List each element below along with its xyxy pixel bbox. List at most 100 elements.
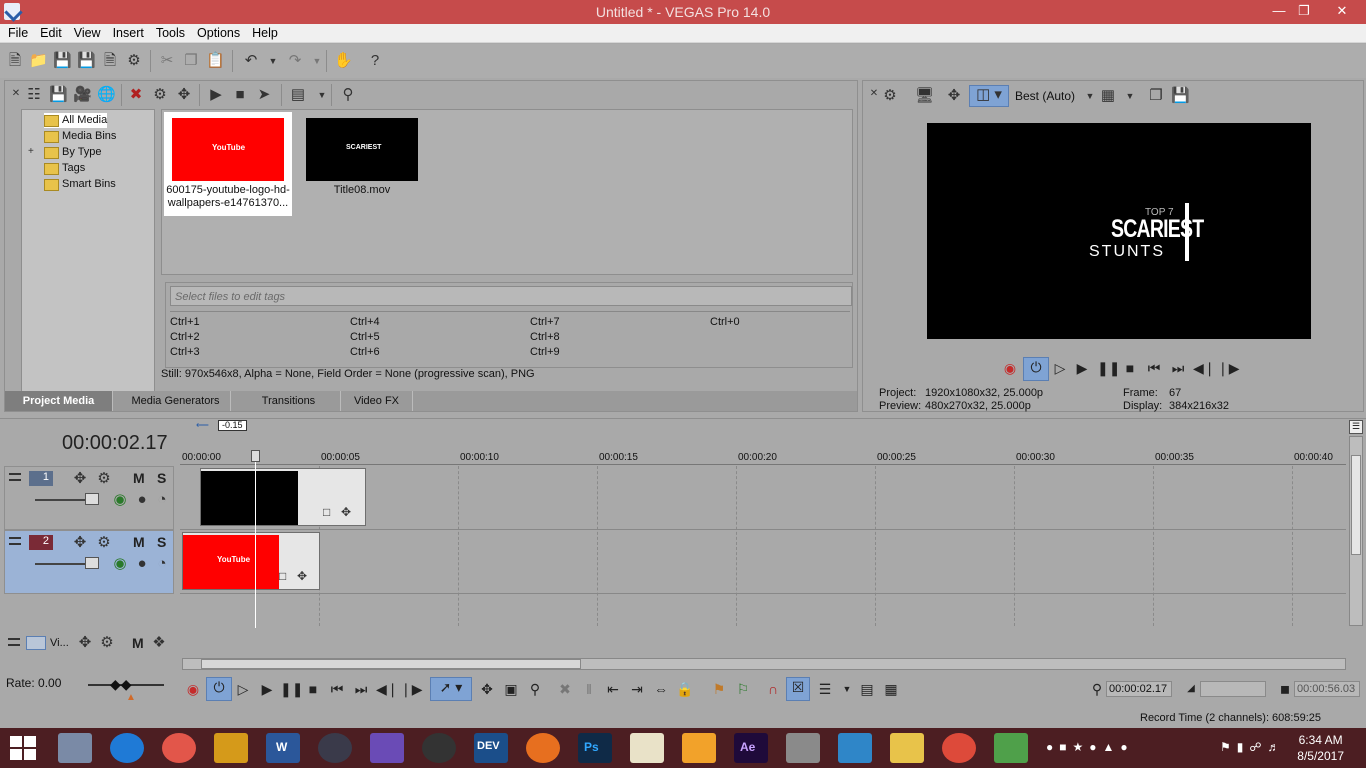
pause-icon[interactable]: ❚❚ (1097, 359, 1120, 377)
media-properties-gear-icon[interactable]: ⚙ (151, 86, 169, 104)
overlays-dropdown-icon[interactable]: ▼ (1121, 87, 1139, 105)
playhead-handle[interactable] (251, 450, 260, 462)
timeline-menu-icon[interactable]: ☰ (1349, 420, 1363, 434)
firefox-icon[interactable] (526, 733, 560, 763)
overlays-grid-icon[interactable]: ▦ (1099, 87, 1117, 105)
copy-icon[interactable]: ❐ (182, 52, 200, 70)
redo-dropdown-icon[interactable]: ▼ (308, 52, 326, 70)
taskbar-app-icon[interactable] (682, 733, 716, 763)
photoshop-icon[interactable]: Ps (578, 733, 612, 763)
taskbar-app-icon[interactable] (214, 733, 248, 763)
insert-region-icon[interactable]: ⚐ (734, 680, 752, 698)
rate-slider-handle-icon[interactable]: ◆◆ (110, 676, 132, 693)
lock-envelopes-icon[interactable]: ▤ (858, 680, 876, 698)
record-icon[interactable]: ◉ (1001, 359, 1019, 377)
timeline-track-area[interactable]: □ ✥ YouTube □ ✥ (180, 466, 1346, 626)
remove-media-icon[interactable]: ✖ (127, 86, 145, 104)
tab-project-media[interactable]: Project Media (5, 391, 113, 411)
properties-gear-icon[interactable]: ⚙ (125, 52, 143, 70)
menu-options[interactable]: Options (189, 24, 244, 40)
search-icon[interactable]: ⚲ (339, 86, 357, 104)
notepad-icon[interactable] (630, 733, 664, 763)
bus-minimize-icon[interactable] (8, 638, 20, 646)
track-fx-gear-icon[interactable]: ⚙ (95, 470, 113, 488)
play-from-start-icon[interactable]: ▷ (1051, 359, 1069, 377)
slider-handle[interactable] (85, 493, 99, 505)
tag-input[interactable]: Select files to edit tags (170, 286, 852, 306)
taskbar-app-icon[interactable] (58, 733, 92, 763)
timeline-vertical-scrollbar[interactable] (1349, 436, 1363, 626)
tag-shortcut[interactable]: Ctrl+1 (170, 316, 200, 328)
auto-ripple-icon[interactable]: ☰ (816, 680, 834, 698)
video-fx-icon[interactable]: ✥ (945, 87, 963, 105)
tab-media-generators[interactable]: Media Generators (121, 391, 231, 411)
go-to-end-icon[interactable]: ⏭ (352, 680, 370, 698)
timeline-clip-title08[interactable]: □ ✥ (200, 468, 366, 526)
tree-item-tags[interactable]: Tags (44, 161, 85, 176)
media-fx-icon[interactable]: ☷ (25, 86, 43, 104)
open-folder-icon[interactable]: 📁 (29, 52, 48, 70)
system-tray-icons[interactable]: ●■★●▲● (1046, 740, 1196, 756)
external-monitor-icon[interactable]: 🖥 (915, 87, 934, 105)
file-explorer-icon[interactable] (890, 733, 924, 763)
solo-button[interactable]: S (157, 534, 166, 550)
track-motion-icon[interactable]: ✥ (71, 534, 89, 552)
tag-shortcut[interactable]: Ctrl+2 (170, 331, 200, 343)
tag-shortcut[interactable]: Ctrl+8 (530, 331, 560, 343)
menu-insert[interactable]: Insert (105, 24, 148, 40)
stop-preview-icon[interactable]: ■ (231, 86, 249, 104)
make-compositing-child-icon[interactable]: ◔ (153, 491, 171, 509)
auto-preview-toggle-icon[interactable]: ➤ (255, 86, 273, 104)
taskbar-clock[interactable]: 6:34 AM 8/5/2017 (1297, 732, 1344, 764)
go-to-start-icon[interactable]: ⏮ (1145, 359, 1163, 377)
menu-file[interactable]: File (0, 24, 32, 40)
preview-properties-gear-icon[interactable]: ⚙ (881, 87, 899, 105)
maximize-button[interactable]: ❐ (1291, 3, 1317, 21)
play-from-start-icon[interactable]: ▷ (234, 680, 252, 698)
pan-crop-icon[interactable]: ✥ (341, 505, 351, 519)
media-item-youtube[interactable]: YouTube 600175-youtube-logo-hd-wallpaper… (164, 112, 292, 216)
quality-dropdown-icon[interactable]: ▼ (1081, 87, 1099, 105)
minimize-button[interactable]: — (1266, 3, 1292, 21)
next-frame-icon[interactable]: ❘▶ (400, 680, 423, 698)
slider-handle[interactable] (85, 557, 99, 569)
track-header-2[interactable]: 2 ✥ ⚙ M S ◉ ● ◔ (4, 530, 174, 594)
word-icon[interactable]: W (266, 733, 300, 763)
tree-item-media-bins[interactable]: Media Bins (44, 129, 116, 144)
tray-status-icons[interactable]: ⚑▮☍♬ (1220, 740, 1290, 756)
track-header-1[interactable]: 1 ✥ ⚙ M S ◉ ● ◔ (4, 466, 174, 530)
bus-fx-gear-icon[interactable]: ⚙ (98, 634, 116, 652)
mute-button[interactable]: M (133, 470, 145, 486)
visual-studio-icon[interactable] (370, 733, 404, 763)
menu-tools[interactable]: Tools (148, 24, 189, 40)
delete-icon[interactable]: ✖ (556, 680, 574, 698)
bus-mute-button[interactable]: M (132, 635, 144, 651)
undo-dropdown-icon[interactable]: ▼ (264, 52, 282, 70)
capture-video-icon[interactable]: 🎥 (73, 86, 92, 104)
new-file-icon[interactable]: 🗎 (6, 52, 24, 70)
get-media-web-icon[interactable]: 🌐 (97, 86, 116, 104)
next-frame-icon[interactable]: ❘▶ (1217, 359, 1240, 377)
auto-ripple-dropdown-icon[interactable]: ▼ (838, 680, 856, 698)
timeline-horizontal-scrollbar[interactable] (182, 658, 1346, 670)
envelope-edit-tool-icon[interactable]: ✥ (478, 680, 496, 698)
bus-link-icon[interactable]: ❖ (150, 634, 168, 652)
hscroll-thumb[interactable] (201, 659, 581, 669)
play-icon[interactable]: ▶ (1073, 359, 1091, 377)
paint-icon[interactable] (786, 733, 820, 763)
split-screen-view-icon[interactable]: ◫ ▾ (969, 85, 1009, 107)
tree-item-all-media[interactable]: All Media (44, 113, 108, 128)
windows-start-icon[interactable] (10, 736, 36, 760)
tag-shortcut[interactable]: Ctrl+7 (530, 316, 560, 328)
expand-plus-icon[interactable]: + (28, 146, 34, 157)
taskbar-app-icon[interactable] (162, 733, 196, 763)
pause-icon[interactable]: ❚❚ (280, 680, 303, 698)
timeline-clip-youtube[interactable]: YouTube □ ✥ (182, 532, 320, 590)
menu-edit[interactable]: Edit (32, 24, 66, 40)
import-media-icon[interactable]: 💾 (49, 86, 68, 104)
paste-icon[interactable]: 📋 (206, 52, 225, 70)
loop-playback-icon[interactable]: ⏻ (1023, 357, 1049, 381)
make-compositing-parent-icon[interactable]: ● (133, 555, 151, 573)
bus-motion-icon[interactable]: ✥ (76, 634, 94, 652)
track-minimize-icon[interactable] (9, 473, 21, 481)
